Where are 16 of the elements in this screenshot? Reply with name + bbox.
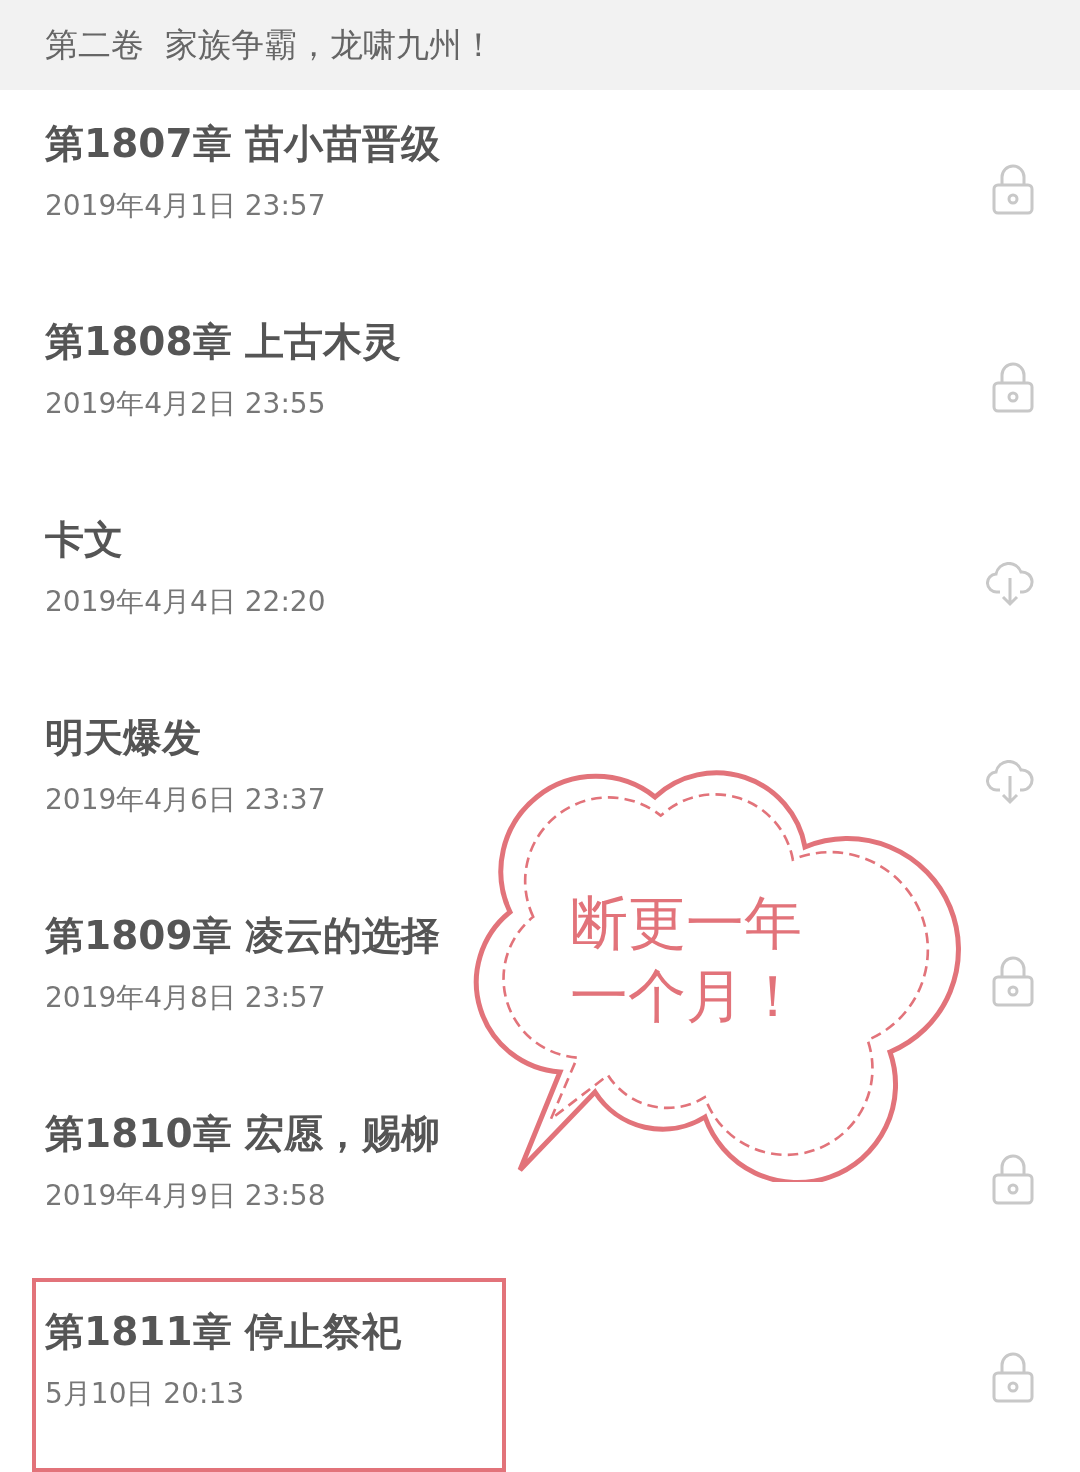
chapter-title: 明天爆发 — [45, 714, 202, 762]
chapter-date: 2019年4月2日 23:55 — [45, 386, 327, 422]
chapter-title: 卡文 — [45, 516, 124, 564]
chapter-date: 2019年4月8日 23:57 — [45, 980, 327, 1016]
callout-text: 断更一年 一个月！ — [570, 888, 802, 1032]
chapter-title: 第1808章 上古木灵 — [45, 318, 402, 366]
chapter-title: 第1811章 停止祭祀 — [45, 1308, 402, 1356]
chapter-title: 第1809章 凌云的选择 — [45, 912, 441, 960]
chapter-date: 2019年4月6日 23:37 — [45, 782, 326, 818]
chapter-title: 第1810章 宏愿，赐柳 — [45, 1110, 441, 1158]
chapter-title: 第1807章 苗小苗晋级 — [45, 120, 441, 168]
chapter-date: 2019年4月4日 22:20 — [45, 584, 326, 620]
chapter-date: 2019年4月9日 23:58 — [45, 1178, 327, 1214]
volume-title: 第二卷 家族争霸，龙啸九州！ — [45, 23, 495, 66]
chapter-date: 5月10日 20:13 — [45, 1376, 246, 1412]
chapter-date: 2019年4月1日 23:57 — [45, 188, 327, 224]
